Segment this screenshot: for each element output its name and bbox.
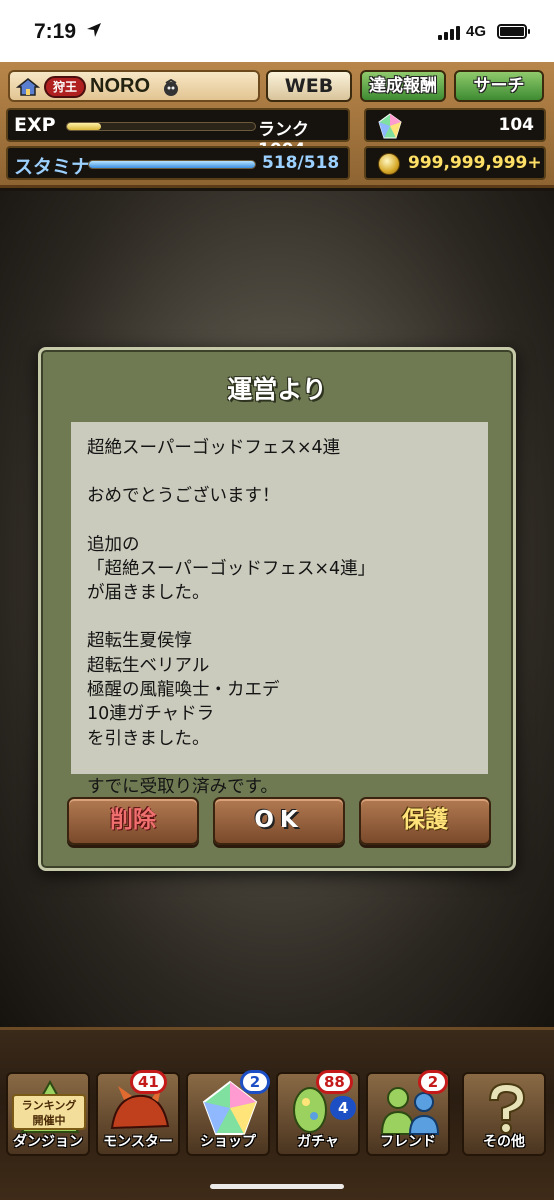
nav-label: ダンジョン [13,1134,83,1150]
nav-label: フレンド [380,1134,436,1150]
stamina-text: 518/518 [262,153,340,173]
game-header: 狩王 NORO WEB 達成報酬 サーチ EXP ランク1004 スタミナ 51… [0,62,554,188]
web-button[interactable]: WEB [266,70,352,102]
nav-label: ショップ [200,1134,256,1150]
nav-monster[interactable]: 41 モンスター [96,1070,180,1156]
message-line: すでに受取り済みです。 [87,776,278,797]
magic-stone-icon [378,113,402,139]
player-name: NORO [90,75,150,97]
rank-title-badge: 狩王 [44,76,86,98]
message-line: おめでとうございます！ [87,486,280,507]
nav-dungeon[interactable]: ランキング 開催中 ダンジョン [6,1072,90,1156]
location-arrow-icon [87,23,101,37]
message-line: 極醒の風龍喚士・カエデ [87,680,280,701]
message-line: 追加の [87,534,140,555]
message-line: を引きました。 [87,728,210,749]
achievement-reward-button[interactable]: 達成報酬 [360,70,446,102]
bottom-nav: ランキング 開催中 ダンジョン 41 モンスター 2 ショップ 88 4 ガチャ [0,1027,554,1200]
ranking-event-tag: ランキング 開催中 [12,1094,86,1130]
magic-stone-count: 104 [498,115,535,135]
home-indicator[interactable] [210,1184,344,1189]
stamina-label: スタミナ [14,156,91,178]
nav-label: その他 [483,1134,525,1150]
exp-bar-fill [67,123,101,130]
message-line: 超転生夏侯惇 [87,631,192,652]
question-mark-icon [488,1082,526,1134]
message-line: 超絶スーパーゴッドフェス×4連 [87,438,341,458]
exp-bar [66,122,256,131]
monster-badge: 41 [130,1070,167,1094]
signal-icon [438,26,460,40]
nav-gacha[interactable]: 88 4 ガチャ [276,1070,360,1156]
nav-shop[interactable]: 2 ショップ [186,1070,270,1156]
protect-button[interactable]: 保護 [359,797,491,845]
message-line: 10連ガチャドラ [87,704,215,725]
message-body: 超絶スーパーゴッドフェス×4連 おめでとうございます！ 追加の 「超絶スーパーゴ… [71,422,488,797]
nav-friend[interactable]: 2 フレンド [366,1070,450,1156]
player-name-plate[interactable]: 狩王 NORO [8,70,260,102]
stamina-bar-fill [89,161,255,168]
dialog-title: 運営より [227,375,327,404]
coin-panel: 999,999,999+ [364,146,546,180]
exp-panel: EXP ランク1004 [6,108,350,160]
nav-other[interactable]: その他 [462,1072,546,1156]
coin-icon [378,153,400,175]
delete-button[interactable]: 削除 [67,797,199,845]
search-button[interactable]: サーチ [454,70,544,102]
ok-button[interactable]: OK [213,797,345,845]
status-bar: 7:19 4G [0,0,554,62]
gacha-secondary-badge: 4 [330,1096,357,1120]
nav-label: モンスター [103,1134,173,1150]
message-line: 「超絶スーパーゴッドフェス×4連」 [87,558,376,579]
friend-badge: 2 [418,1070,448,1094]
stamina-bar [88,160,256,169]
shop-badge: 2 [240,1070,270,1094]
stamina-panel: スタミナ 518/518 [6,146,350,180]
network-type: 4G [466,23,487,40]
status-time: 7:19 [34,20,77,43]
magic-stone-panel[interactable]: 104 [364,108,546,142]
player-emblem-icon [164,79,178,96]
exp-label: EXP [14,114,56,136]
home-icon [16,78,40,96]
battery-icon [497,24,530,39]
nav-label: ガチャ [297,1134,339,1150]
notice-dialog: 運営より 超絶スーパーゴッドフェス×4連 おめでとうございます！ 追加の 「超絶… [38,347,516,871]
coin-count: 999,999,999+ [408,153,542,173]
message-line: が届きました。 [87,583,210,604]
message-line: 超転生ベリアル [87,655,210,676]
gacha-badge: 88 [316,1070,353,1094]
